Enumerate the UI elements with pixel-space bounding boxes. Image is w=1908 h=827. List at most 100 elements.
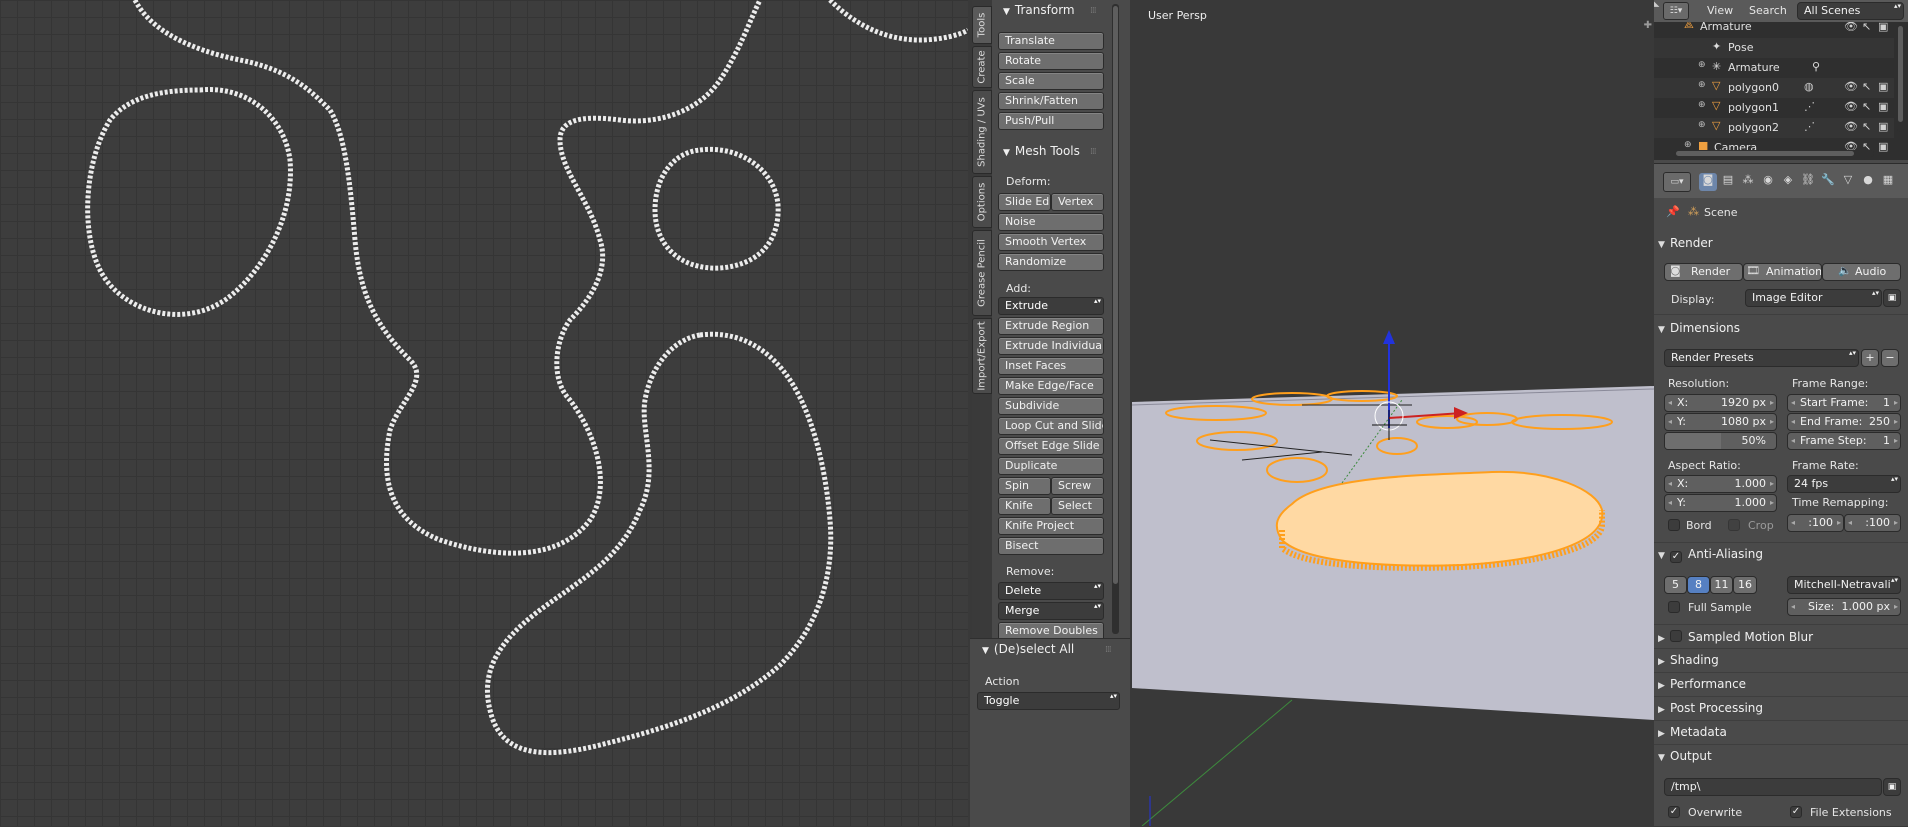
expand-plus-icon[interactable]: ⊕: [1698, 80, 1706, 90]
smooth-vertex-button[interactable]: Smooth Vertex: [998, 233, 1104, 251]
outliner-row-polygon1[interactable]: ⊕ ▽ polygon1 ⋰ 👁 ↖ ▣: [1654, 98, 1894, 118]
knife-button[interactable]: Knife: [998, 497, 1051, 515]
duplicate-button[interactable]: Duplicate: [998, 457, 1104, 475]
visibility-eye-icon[interactable]: 👁: [1844, 80, 1858, 93]
scale-button[interactable]: Scale: [998, 72, 1104, 90]
knife-select-button[interactable]: Select: [1051, 497, 1104, 515]
make-edge-face-button[interactable]: Make Edge/Face: [998, 377, 1104, 395]
rotate-button[interactable]: Rotate: [998, 52, 1104, 70]
shrink-fatten-button[interactable]: Shrink/Fatten: [998, 92, 1104, 110]
expand-plus-icon[interactable]: ⊕: [1698, 120, 1706, 130]
render-camera-icon[interactable]: ▣: [1878, 120, 1888, 133]
texture-tab-icon[interactable]: ▦: [1879, 173, 1897, 191]
outliner-menu-search[interactable]: Search: [1749, 4, 1787, 17]
panel-render-header[interactable]: ▼ Render: [1658, 236, 1904, 250]
tab-create[interactable]: Create: [972, 46, 992, 88]
panel-output-header[interactable]: ▼ Output: [1658, 749, 1904, 763]
slide-edge-button[interactable]: Slide Ed: [998, 193, 1051, 211]
render-camera-icon[interactable]: ▣: [1878, 100, 1888, 113]
screw-button[interactable]: Screw: [1051, 477, 1104, 495]
panel-mesh-tools-header[interactable]: ▼ Mesh Tools: [1003, 144, 1080, 158]
tab-tools[interactable]: Tools: [972, 6, 992, 44]
push-pull-button[interactable]: Push/Pull: [998, 112, 1104, 130]
panel-shading-header[interactable]: ▶ Shading: [1658, 653, 1904, 667]
outliner-hscrollbar[interactable]: [1674, 150, 1874, 157]
aa-filter-size-field[interactable]: Size: 1.000 px: [1787, 598, 1901, 616]
offset-edge-slide-button[interactable]: Offset Edge Slide: [998, 437, 1104, 455]
tab-shading-uvs[interactable]: Shading / UVs: [972, 90, 992, 174]
lock-interface-icon[interactable]: ▣: [1883, 289, 1901, 307]
tab-import-export[interactable]: Import/Export: [972, 318, 992, 394]
aa-samples-16[interactable]: 16: [1733, 576, 1757, 594]
start-frame-field[interactable]: Start Frame: 1: [1787, 394, 1901, 412]
aspect-y-field[interactable]: Y: 1.000: [1664, 494, 1777, 512]
select-cursor-icon[interactable]: ↖: [1862, 80, 1871, 93]
render-tab-icon[interactable]: ◙: [1699, 173, 1717, 191]
expand-plus-icon[interactable]: ⊕: [1698, 60, 1706, 70]
modifiers-tab-icon[interactable]: 🔧: [1819, 173, 1837, 191]
plus-icon[interactable]: ✚: [1644, 20, 1652, 31]
object-tab-icon[interactable]: ◈: [1779, 173, 1797, 191]
panel-grip-icon[interactable]: ⁞⁞⁞: [1105, 645, 1112, 655]
scene-tab-icon[interactable]: ⁂: [1739, 173, 1757, 191]
subdivide-button[interactable]: Subdivide: [998, 397, 1104, 415]
outliner-menu-view[interactable]: View: [1707, 4, 1733, 17]
pin-icon[interactable]: 📌: [1666, 205, 1680, 218]
panel-metadata-header[interactable]: ▶ Metadata: [1658, 725, 1904, 739]
vertex-slide-button[interactable]: Vertex: [1051, 193, 1104, 211]
time-remap-new-field[interactable]: :100: [1844, 514, 1901, 532]
select-cursor-icon[interactable]: ↖: [1862, 100, 1871, 113]
translate-button[interactable]: Translate: [998, 32, 1104, 50]
render-camera-icon[interactable]: ▣: [1878, 22, 1888, 33]
spin-button[interactable]: Spin: [998, 477, 1051, 495]
aa-filter-select[interactable]: Mitchell-Netravali: [1787, 576, 1901, 594]
render-presets-select[interactable]: Render Presets: [1664, 349, 1859, 367]
world-tab-icon[interactable]: ◉: [1759, 173, 1777, 191]
merge-dropdown[interactable]: Merge: [998, 602, 1104, 620]
panel-transform-header[interactable]: ▼ Transform: [1003, 3, 1075, 17]
remove-doubles-button[interactable]: Remove Doubles: [998, 622, 1104, 638]
render-layers-icon[interactable]: ▤: [1719, 173, 1737, 191]
panel-grip-icon[interactable]: ⁞⁞⁞: [1090, 147, 1097, 157]
outliner-row-armature-data[interactable]: ⊕ ✳ Armature ⚲: [1654, 58, 1894, 78]
loop-cut-slide-button[interactable]: Loop Cut and Slide: [998, 417, 1104, 435]
delete-dropdown[interactable]: Delete: [998, 582, 1104, 600]
remove-preset-icon[interactable]: −: [1881, 349, 1899, 367]
editor-type-icon[interactable]: ▭▾: [1663, 172, 1691, 192]
noise-button[interactable]: Noise: [998, 213, 1104, 231]
bisect-button[interactable]: Bisect: [998, 537, 1104, 555]
full-sample-checkbox[interactable]: [1668, 601, 1680, 613]
aa-samples-5[interactable]: 5: [1664, 576, 1687, 594]
constraints-tab-icon[interactable]: ⛓: [1799, 173, 1817, 191]
output-path-field[interactable]: /tmp\: [1664, 778, 1882, 796]
extrude-individual-button[interactable]: Extrude Individual: [998, 337, 1104, 355]
aa-samples-8[interactable]: 8: [1687, 576, 1710, 594]
outliner-row-polygon0[interactable]: ⊕ ▽ polygon0 ◍ 👁 ↖ ▣: [1654, 78, 1894, 98]
outliner-row-pose[interactable]: ✦ Pose: [1654, 38, 1894, 58]
resolution-percentage-slider[interactable]: 50%: [1664, 432, 1777, 450]
outliner-row-armature[interactable]: ⟁ Armature 👁 ↖ ▣: [1654, 22, 1894, 38]
panel-deselect-all-header[interactable]: ▼ (De)select All: [982, 642, 1074, 656]
frame-step-field[interactable]: Frame Step: 1: [1787, 432, 1901, 450]
render-camera-icon[interactable]: ▣: [1878, 80, 1888, 93]
frame-rate-select[interactable]: 24 fps: [1787, 475, 1901, 493]
motion-blur-checkbox[interactable]: [1670, 630, 1682, 642]
panel-dimensions-header[interactable]: ▼ Dimensions: [1658, 321, 1904, 335]
resolution-y-field[interactable]: Y: 1080 px: [1664, 413, 1777, 431]
time-remap-old-field[interactable]: :100: [1787, 514, 1844, 532]
end-frame-field[interactable]: End Frame: 250: [1787, 413, 1901, 431]
expand-plus-icon[interactable]: ⊕: [1684, 140, 1692, 150]
render-camera-icon[interactable]: ▣: [1878, 140, 1888, 153]
shelf-scrollbar[interactable]: [1112, 4, 1119, 634]
crop-checkbox[interactable]: [1728, 519, 1740, 531]
aa-samples-11[interactable]: 11: [1710, 576, 1733, 594]
panel-anti-aliasing-header[interactable]: ▼ ✓ Anti-Aliasing: [1658, 547, 1904, 563]
visibility-eye-icon[interactable]: 👁: [1844, 22, 1858, 33]
resolution-x-field[interactable]: X: 1920 px: [1664, 394, 1777, 412]
select-cursor-icon[interactable]: ↖: [1862, 22, 1871, 33]
border-checkbox[interactable]: [1668, 519, 1680, 531]
knife-project-button[interactable]: Knife Project: [998, 517, 1104, 535]
aspect-x-field[interactable]: X: 1.000: [1664, 475, 1777, 493]
action-select[interactable]: Toggle: [977, 692, 1120, 710]
randomize-button[interactable]: Randomize: [998, 253, 1104, 271]
